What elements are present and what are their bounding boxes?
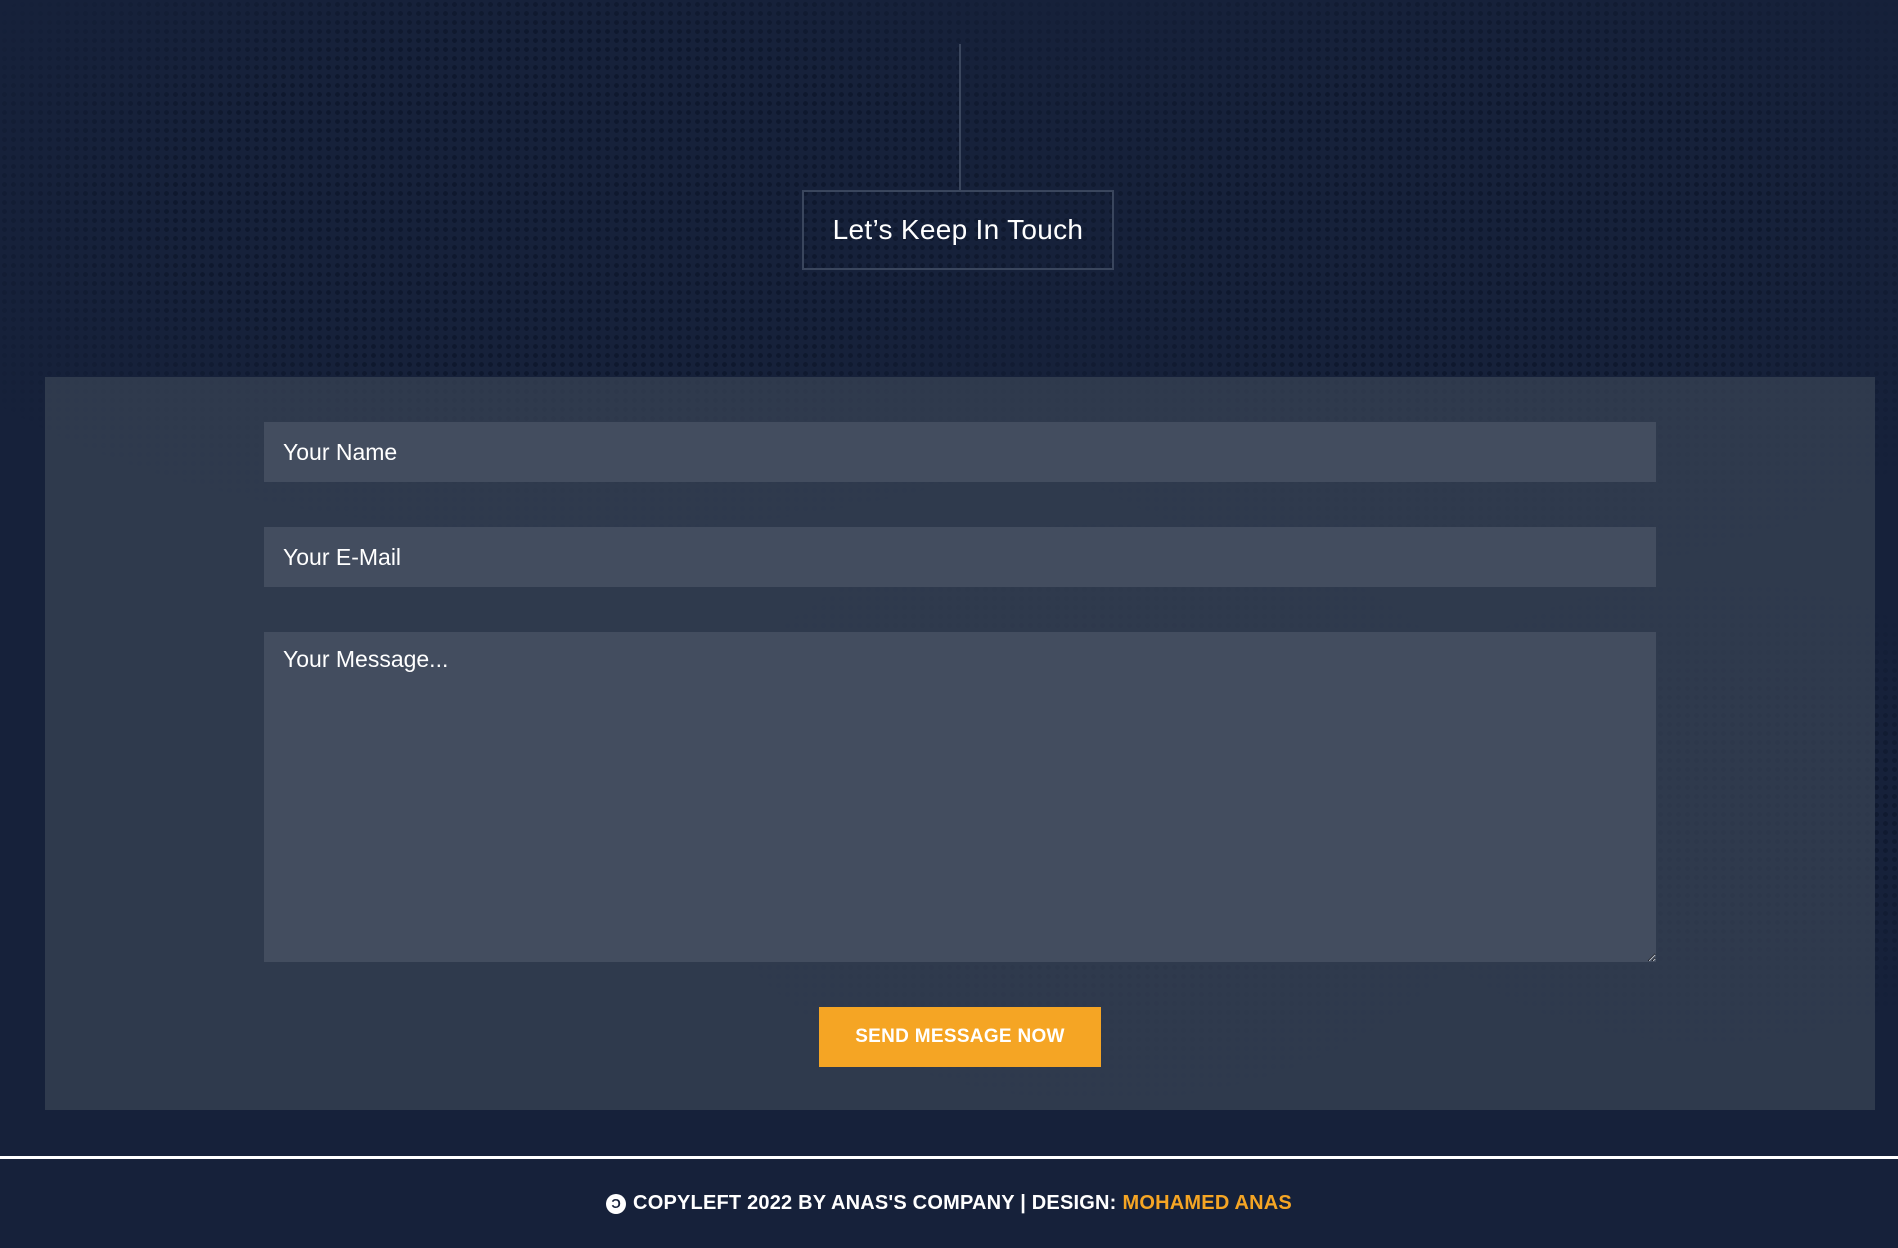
name-input[interactable] bbox=[264, 422, 1656, 482]
copyleft-icon: C bbox=[606, 1193, 627, 1214]
email-input[interactable] bbox=[264, 527, 1656, 587]
section-heading: Let’s Keep In Touch bbox=[802, 190, 1114, 270]
heading-connector-line bbox=[959, 44, 961, 192]
section-heading-text: Let’s Keep In Touch bbox=[832, 214, 1084, 245]
message-textarea[interactable] bbox=[264, 632, 1656, 962]
copyright-text: COPYLEFT 2022 BY ANAS'S COMPANY | DESIGN… bbox=[633, 1192, 1117, 1214]
contact-form: SEND MESSAGE NOW bbox=[45, 377, 1875, 1110]
designer-link[interactable]: MOHAMED ANAS bbox=[1123, 1192, 1292, 1215]
footer: C COPYLEFT 2022 BY ANAS'S COMPANY | DESI… bbox=[0, 1156, 1898, 1248]
send-message-button[interactable]: SEND MESSAGE NOW bbox=[819, 1007, 1101, 1067]
